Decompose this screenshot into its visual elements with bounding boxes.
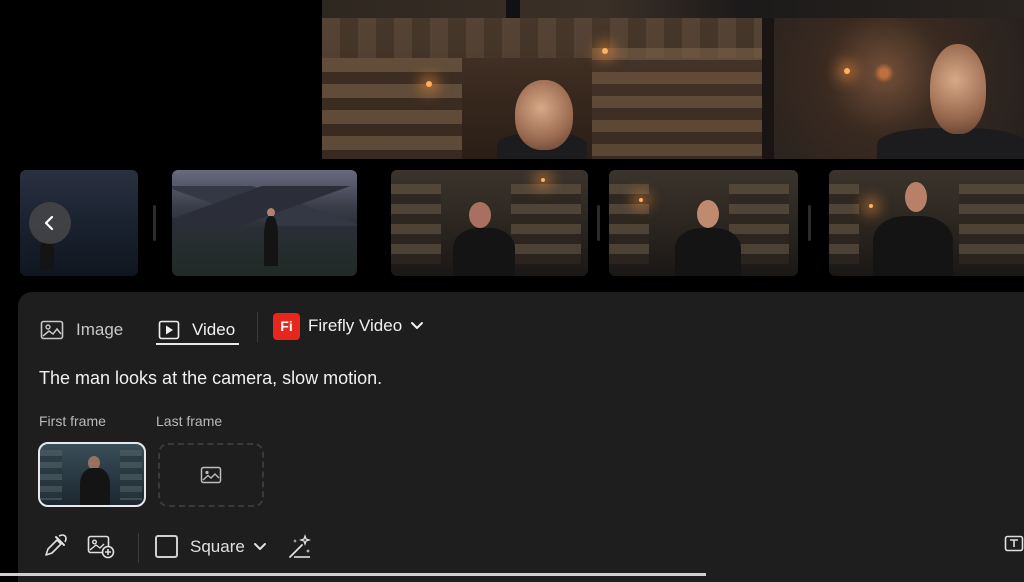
tab-image[interactable]: Image (40, 312, 123, 348)
eyedropper-button[interactable] (42, 533, 68, 559)
model-selector[interactable]: Fi Firefly Video (273, 312, 424, 340)
video-preview[interactable] (322, 18, 1024, 159)
tab-divider (257, 312, 258, 342)
text-tool-button[interactable] (1004, 533, 1024, 555)
last-frame-dropzone[interactable] (158, 443, 264, 507)
add-image-button[interactable] (87, 533, 115, 559)
video-play-icon (158, 320, 180, 340)
square-ratio-icon (155, 535, 178, 558)
image-icon (40, 320, 64, 340)
tab-video-label: Video (192, 320, 236, 339)
effects-button[interactable] (286, 533, 314, 561)
thumbnail-5[interactable] (829, 170, 1024, 276)
toolbar-divider (138, 533, 139, 563)
tab-image-label: Image (76, 320, 124, 339)
thumbnail-4[interactable] (609, 170, 798, 276)
firefly-badge: Fi (273, 312, 300, 340)
first-frame-label: First frame (39, 413, 106, 429)
text-icon (1004, 535, 1024, 552)
eyedropper-icon (45, 534, 67, 556)
aspect-ratio-label: Square (190, 536, 245, 556)
last-frame-label: Last frame (156, 413, 223, 429)
add-image-icon (87, 535, 115, 559)
thumbnail-3[interactable] (391, 170, 588, 276)
magic-wand-icon (289, 533, 312, 558)
aspect-ratio-dropdown[interactable]: Square (155, 535, 267, 558)
first-frame-thumbnail[interactable] (38, 442, 146, 507)
prompt-input[interactable]: The man looks at the camera, slow motion… (39, 368, 939, 389)
chevron-down-icon (411, 322, 424, 329)
active-tab-indicator (156, 343, 239, 345)
top-preview-strip (322, 0, 1024, 18)
previous-button[interactable] (29, 202, 71, 244)
image-placeholder-icon (200, 466, 222, 484)
chevron-left-icon (44, 215, 54, 231)
model-label: Firefly Video (308, 316, 403, 335)
chevron-down-icon (253, 542, 266, 550)
thumbnail-2[interactable] (172, 170, 357, 276)
